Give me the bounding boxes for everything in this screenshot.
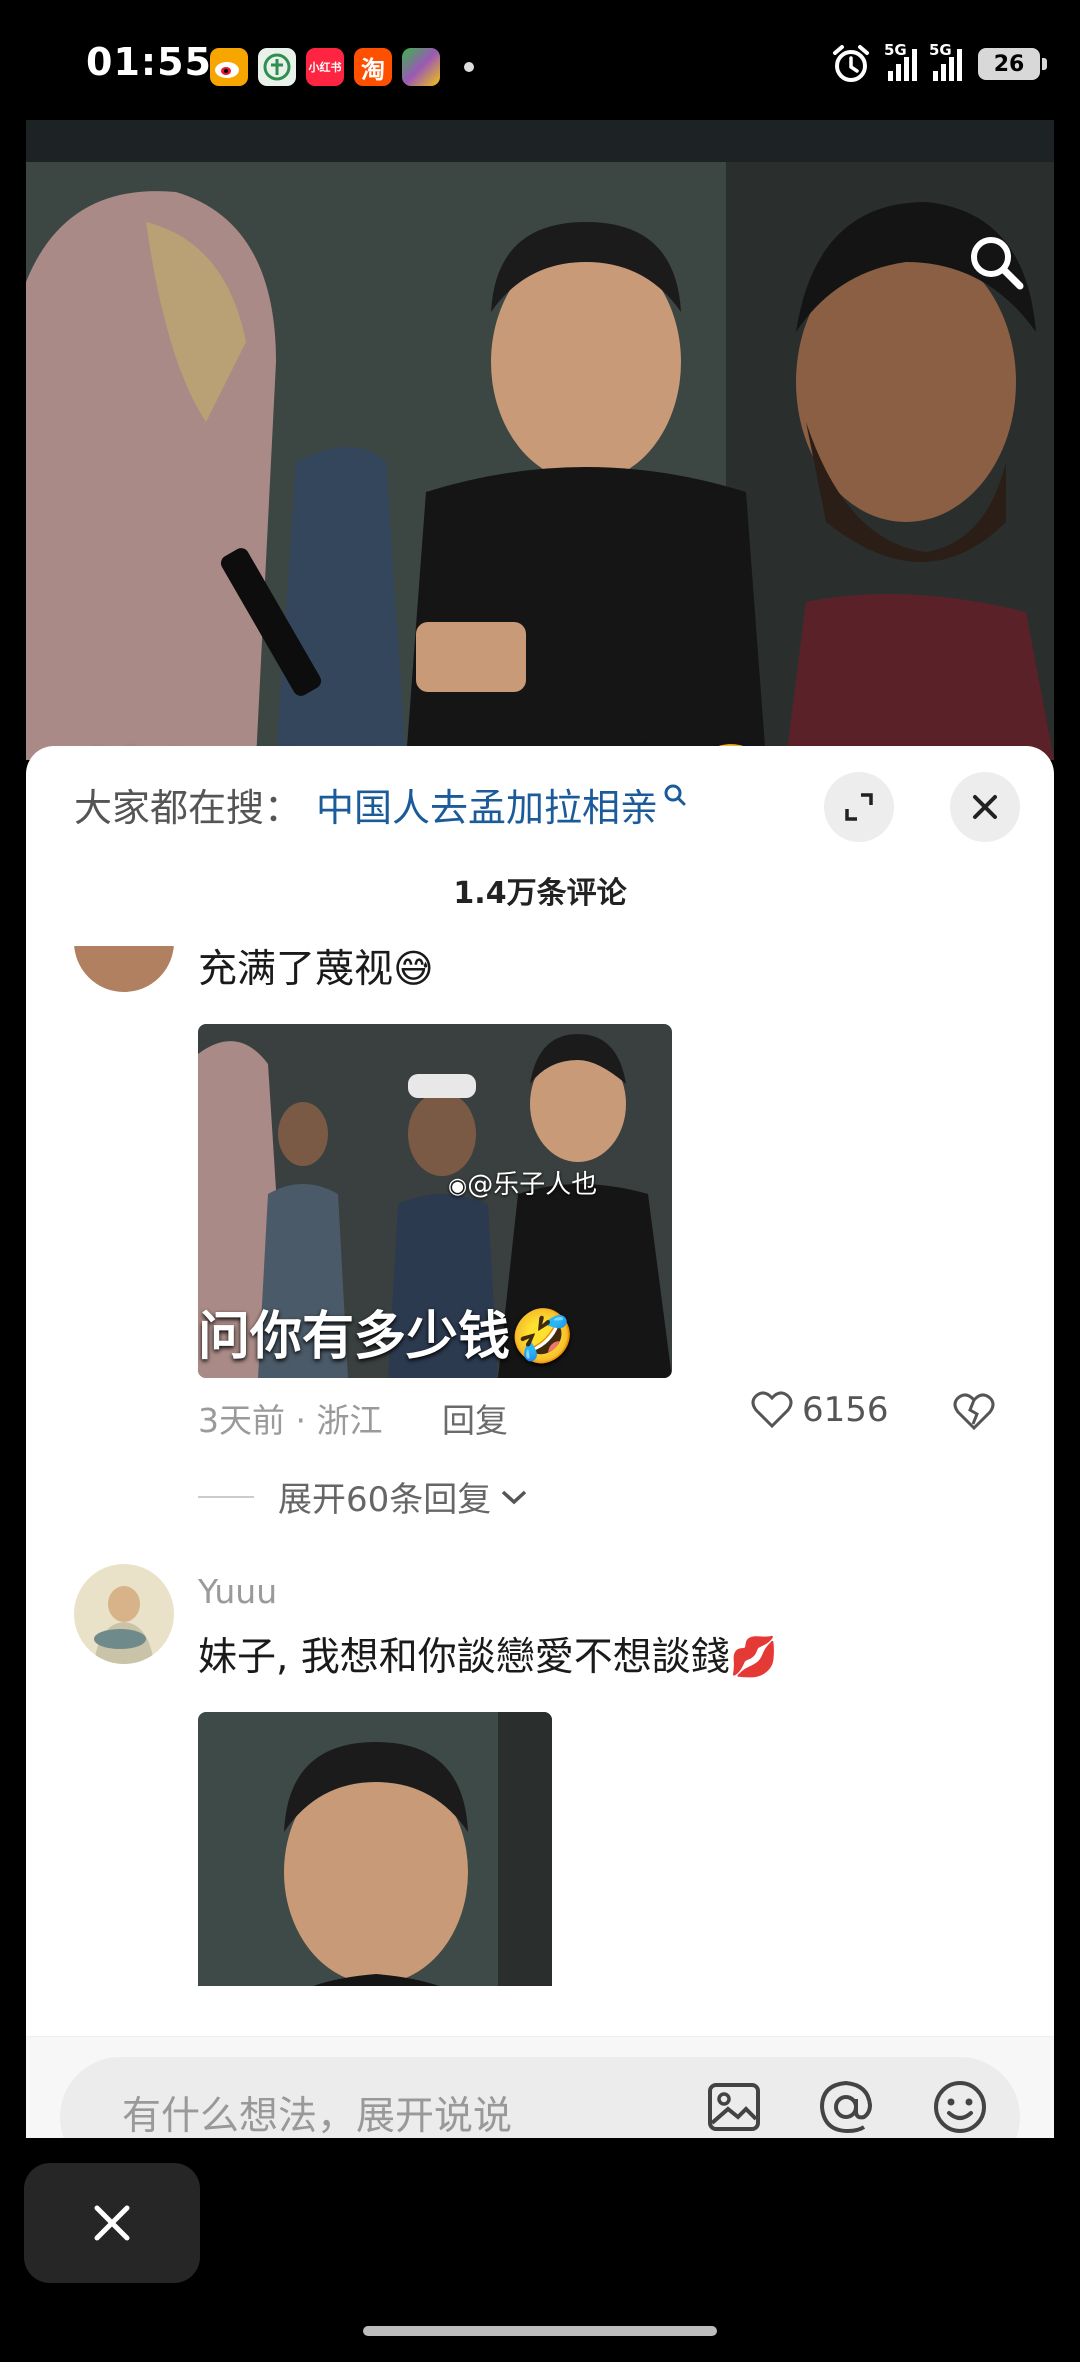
floating-close-button[interactable] xyxy=(24,2163,200,2283)
heart-icon xyxy=(751,1391,793,1429)
trending-search-prefix: 大家都在搜： xyxy=(74,785,303,830)
xiaohongshu-icon-label: 小红书 xyxy=(308,61,342,74)
like-button[interactable]: 6156 xyxy=(750,1390,889,1430)
divider-line xyxy=(198,1495,254,1498)
watermark-text: @乐子人也 xyxy=(467,1170,598,1200)
comment-count: 1.4万条评论 xyxy=(453,876,627,911)
comment-sheet: 大家都在搜： 中国人去孟加拉相亲 1.4万条评论 充满了蔑视😅 ◉@乐子人也 问… xyxy=(26,746,1054,2138)
search-icon[interactable] xyxy=(964,230,1028,294)
weibo-watermark-icon: ◉ xyxy=(448,1174,468,1199)
status-indicators: 5G 5G 26 xyxy=(830,41,1047,84)
signal-1-network-label: 5G xyxy=(884,41,907,59)
status-time: 01:55 xyxy=(86,40,212,84)
chevron-down-icon xyxy=(502,1490,527,1504)
weibo-app-icon xyxy=(210,48,248,86)
battery-indicator: 26 xyxy=(978,48,1047,80)
home-indicator[interactable] xyxy=(363,2326,717,2336)
comment-username[interactable]: Yuuu xyxy=(198,1572,277,1611)
battery-level: 26 xyxy=(993,51,1025,77)
emoji-icon[interactable] xyxy=(930,2077,990,2137)
more-notifications-dot xyxy=(464,62,474,72)
app-icon-colorful xyxy=(402,48,440,86)
reply-button[interactable]: 回复 xyxy=(442,1394,508,1442)
mention-icon[interactable] xyxy=(816,2077,876,2137)
notification-app-icons: 小红书 淘 xyxy=(210,48,474,86)
taobao-app-icon: 淘 xyxy=(354,48,392,86)
expand-replies-label: 展开60条回复 xyxy=(278,1480,492,1520)
comment-input-bar: 有什么想法，展开说说 xyxy=(26,2036,1054,2138)
avatar[interactable] xyxy=(74,1564,174,1664)
avatar[interactable] xyxy=(74,946,174,992)
image-icon[interactable] xyxy=(704,2077,764,2137)
comment-text: 充满了蔑视😅 xyxy=(198,947,434,992)
video-player[interactable]: 他问你有多少钱🤣 xyxy=(26,120,1054,760)
video-frame xyxy=(26,162,1054,760)
xiaohongshu-app-icon: 小红书 xyxy=(306,48,344,86)
comment-meta: 3天前 · 浙江 xyxy=(198,1401,383,1440)
comment-image[interactable] xyxy=(198,1712,552,1986)
search-small-icon xyxy=(664,784,686,806)
trending-search-term[interactable]: 中国人去孟加拉相亲 xyxy=(316,777,658,832)
comment-text: 妹子, 我想和你談戀愛不想談錢💋 xyxy=(198,1635,779,1680)
trending-search-row[interactable]: 大家都在搜： 中国人去孟加拉相亲 xyxy=(74,776,688,832)
comment-input-placeholder: 有什么想法，展开说说 xyxy=(122,2094,513,2138)
expand-replies-button[interactable]: 展开60条回复 xyxy=(198,1472,529,1521)
comment-list[interactable]: 充满了蔑视😅 ◉@乐子人也 问你有多少钱🤣 3天前 · 浙江 回复 6156 展… xyxy=(26,946,1054,1986)
close-icon xyxy=(973,795,997,819)
close-sheet-button[interactable] xyxy=(950,772,1020,842)
app-icon-green xyxy=(258,48,296,86)
comment-image[interactable]: ◉@乐子人也 问你有多少钱🤣 xyxy=(198,1024,672,1378)
expand-sheet-button[interactable] xyxy=(824,772,894,842)
image-caption: 问你有多少钱🤣 xyxy=(198,1307,575,1367)
image-watermark: ◉@乐子人也 xyxy=(448,1164,597,1201)
close-icon xyxy=(94,2205,130,2241)
signal-strength-1-icon: 5G xyxy=(884,41,917,81)
signal-strength-2-icon: 5G xyxy=(929,41,962,81)
expand-icon xyxy=(845,793,873,821)
signal-2-network-label: 5G xyxy=(929,41,952,59)
status-bar: 01:55 小红书 淘 5G 5G 26 xyxy=(0,0,1080,120)
like-count: 6156 xyxy=(802,1390,889,1430)
dislike-icon[interactable] xyxy=(952,1392,996,1432)
alarm-icon xyxy=(833,45,869,82)
taobao-icon-label: 淘 xyxy=(361,55,385,84)
